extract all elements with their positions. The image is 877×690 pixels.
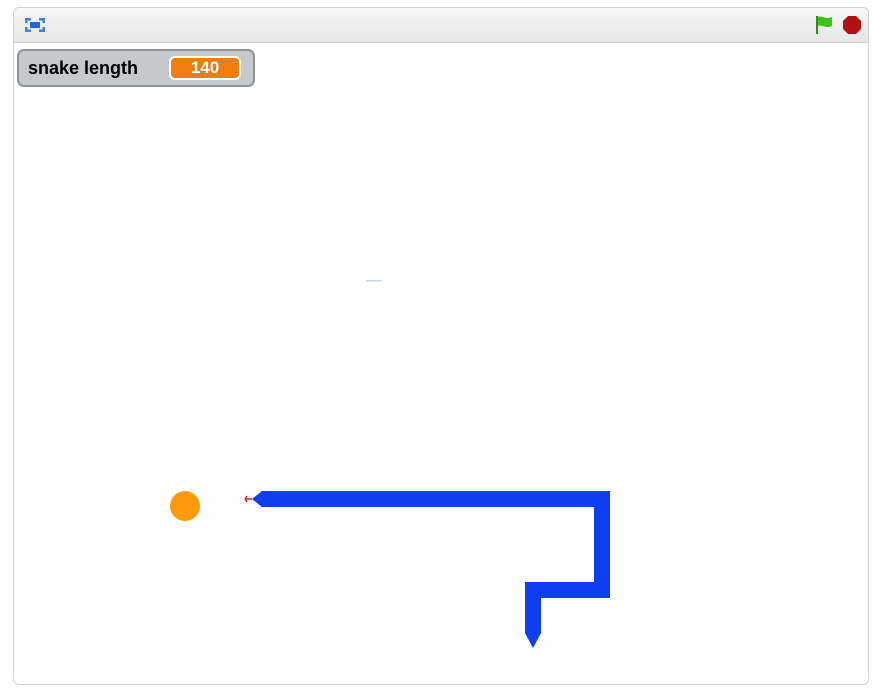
snake-tongue — [244, 495, 252, 503]
stage-canvas[interactable]: snake length 140 — [14, 43, 868, 684]
stop-sign-icon[interactable] — [840, 14, 864, 36]
snake-body — [282, 491, 610, 610]
fullscreen-toggle-icon[interactable] — [22, 14, 48, 36]
stage-window: snake length 140 — [13, 7, 869, 685]
snake-head — [252, 491, 284, 507]
stage-speck — [366, 280, 382, 282]
food-sprite — [170, 491, 200, 521]
stage-scene — [170, 280, 610, 648]
monitor-value: 140 — [169, 56, 241, 80]
snake-tail — [525, 603, 541, 648]
green-flag-icon[interactable] — [812, 14, 836, 36]
variable-monitor[interactable]: snake length 140 — [17, 49, 255, 87]
stage-toolbar — [14, 8, 868, 43]
monitor-label: snake length — [28, 58, 139, 78]
